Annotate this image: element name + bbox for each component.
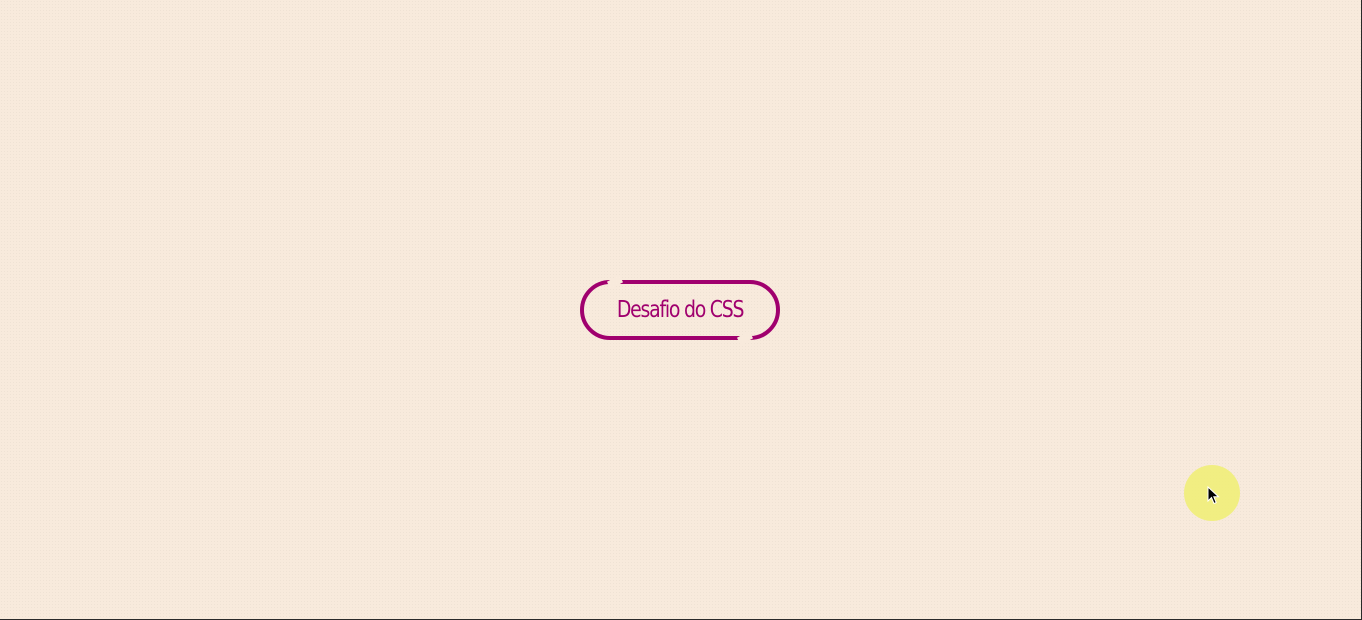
mouse-cursor-icon <box>1207 486 1220 505</box>
border-gap-top <box>606 275 624 289</box>
desafio-button[interactable]: Desafio do CSS <box>580 275 780 345</box>
border-gap-bottom <box>736 331 754 345</box>
desafio-button-label: Desafio do CSS <box>616 297 745 323</box>
